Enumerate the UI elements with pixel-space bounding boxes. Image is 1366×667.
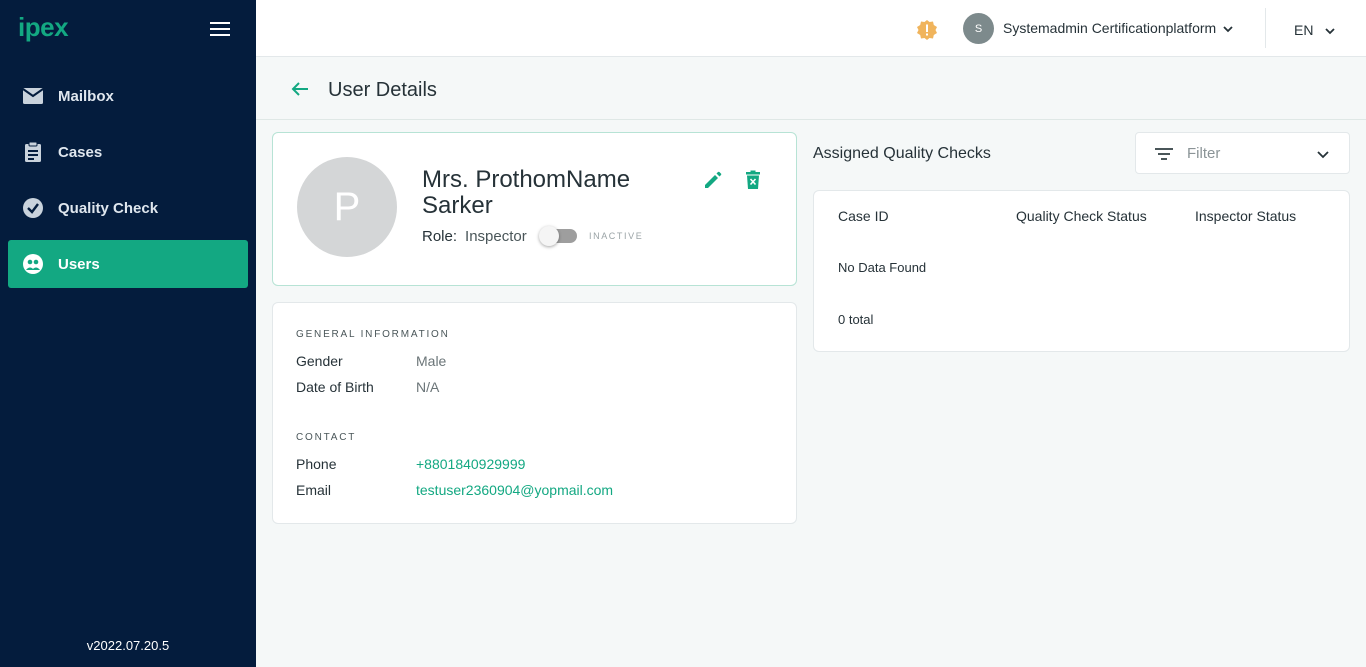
gender-label: Gender: [296, 353, 343, 369]
dob-label: Date of Birth: [296, 379, 374, 395]
back-arrow-icon[interactable]: [290, 79, 310, 99]
sidebar-item-users[interactable]: Users: [8, 240, 248, 288]
sidebar-nav: Mailbox Cases Quality Check Users: [8, 72, 248, 296]
phone-link[interactable]: +8801840929999: [416, 456, 525, 472]
chevron-down-icon[interactable]: [1222, 22, 1234, 34]
edit-pencil-icon[interactable]: [702, 169, 724, 191]
status-label: INACTIVE: [589, 231, 644, 241]
sidebar-item-mailbox[interactable]: Mailbox: [8, 72, 248, 120]
chevron-down-icon: [1316, 147, 1330, 161]
column-header-quality-check-status[interactable]: Quality Check Status: [1016, 208, 1147, 224]
toggle-knob: [539, 226, 559, 246]
dob-value: N/A: [416, 379, 440, 395]
clipboard-icon: [22, 141, 44, 163]
role-row: Role: Inspector: [422, 228, 527, 245]
delete-trash-icon[interactable]: [742, 169, 764, 191]
menu-toggle-icon[interactable]: [210, 22, 230, 38]
app-version: v2022.07.20.5: [86, 638, 170, 653]
column-header-inspector-status[interactable]: Inspector Status: [1195, 208, 1296, 224]
check-circle-icon: [22, 197, 44, 219]
column-header-case-id[interactable]: Case ID: [838, 208, 889, 224]
sidebar-item-label: Cases: [58, 143, 103, 161]
profile-name: Mrs. ProthomName Sarker: [422, 166, 631, 219]
gender-value: Male: [416, 353, 447, 369]
role-value: Inspector: [465, 228, 527, 245]
warning-icon[interactable]: [916, 19, 938, 41]
sidebar-item-label: Mailbox: [58, 87, 114, 105]
empty-state-text: No Data Found: [838, 260, 927, 275]
phone-label: Phone: [296, 456, 337, 472]
language-selector[interactable]: EN: [1294, 22, 1313, 38]
contact-heading: CONTACT: [296, 432, 357, 443]
sidebar-item-label: Users: [58, 255, 100, 273]
role-label: Role:: [422, 228, 458, 245]
filter-icon: [1154, 145, 1174, 163]
filter-dropdown[interactable]: Filter: [1135, 132, 1350, 174]
sidebar-item-label: Quality Check: [58, 199, 159, 217]
top-bar: S Systemadmin Certificationplatform EN: [256, 0, 1366, 57]
divider: [1265, 8, 1266, 48]
page-header: User Details: [256, 57, 1366, 120]
status-toggle[interactable]: [539, 226, 577, 246]
user-avatar[interactable]: S: [963, 13, 994, 44]
email-link[interactable]: testuser2360904@yopmail.com: [416, 482, 613, 498]
profile-card: P Mrs. ProthomName Sarker Role: Inspecto…: [272, 132, 797, 286]
users-icon: [22, 253, 44, 275]
ipex-logo[interactable]: ipex: [18, 12, 69, 43]
filter-placeholder: Filter: [1187, 145, 1221, 162]
sidebar-item-cases[interactable]: Cases: [8, 128, 248, 176]
sidebar: ipex Mailbox Cases Quality Check Users v…: [0, 0, 256, 667]
general-info-heading: GENERAL INFORMATION: [296, 329, 450, 340]
mail-icon: [22, 85, 44, 107]
assigned-checks-table: Case ID Quality Check Status Inspector S…: [813, 190, 1350, 352]
email-label: Email: [296, 482, 332, 498]
profile-avatar: P: [297, 157, 397, 257]
chevron-down-icon[interactable]: [1324, 24, 1336, 36]
sidebar-item-quality-check[interactable]: Quality Check: [8, 184, 248, 232]
page-title: User Details: [328, 79, 437, 101]
user-name[interactable]: Systemadmin Certificationplatform: [1003, 20, 1216, 36]
user-info-card: GENERAL INFORMATION Gender Male Date of …: [272, 302, 797, 524]
total-count: 0 total: [838, 312, 874, 327]
assigned-quality-checks-title: Assigned Quality Checks: [813, 145, 991, 162]
